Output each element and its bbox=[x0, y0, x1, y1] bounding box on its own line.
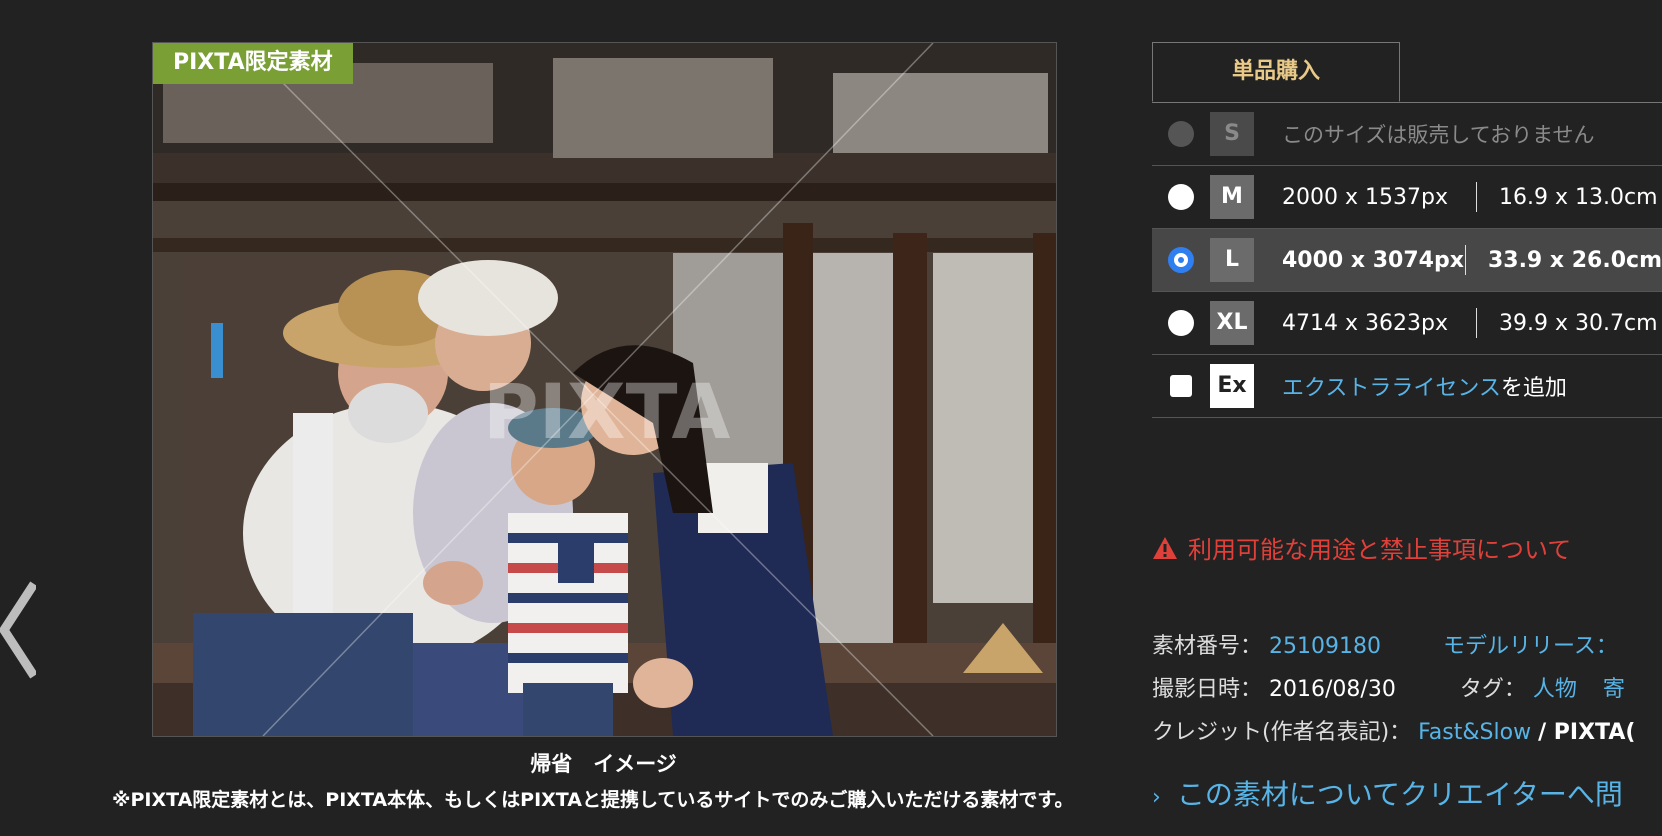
meta-row-credit: クレジット(作者名表記)： Fast&Slow / PIXTA( bbox=[1152, 714, 1635, 746]
size-code-ex: Ex bbox=[1210, 364, 1254, 408]
size-s-radio bbox=[1168, 121, 1194, 147]
size-xl-cm: 39.9 x 30.7cm bbox=[1499, 310, 1658, 336]
exclusive-footnote: ※PIXTA限定素材とは、PIXTA本体、もしくはPIXTAと提携しているサイト… bbox=[112, 789, 1074, 811]
photo-preview[interactable]: PIXTA PIXTA限定素材 bbox=[152, 42, 1057, 737]
tag-link[interactable]: 人物 bbox=[1533, 677, 1577, 702]
purchase-tabs: 単品購入 bbox=[1152, 42, 1662, 103]
shoot-date-label: 撮影日時： bbox=[1152, 677, 1263, 702]
tag-label: タグ： bbox=[1459, 677, 1526, 702]
size-code-m: M bbox=[1210, 175, 1254, 219]
size-l-px: 4000 x 3074px bbox=[1282, 247, 1464, 273]
size-s-unavailable: このサイズは販売しておりません bbox=[1282, 123, 1595, 147]
previous-arrow-icon[interactable] bbox=[0, 580, 38, 680]
family-photo bbox=[153, 43, 1056, 736]
meta-row-date: 撮影日時： 2016/08/30 タグ： 人物 寄 bbox=[1152, 671, 1625, 703]
size-code-s: S bbox=[1210, 112, 1254, 156]
warning-icon bbox=[1153, 536, 1177, 559]
contact-creator-link[interactable]: › この素材についてクリエイターへ問 bbox=[1152, 773, 1623, 813]
size-xl-radio[interactable] bbox=[1168, 310, 1194, 336]
chevron-right-icon: › bbox=[1152, 785, 1161, 810]
size-l-cm: 33.9 x 26.0cm bbox=[1487, 247, 1662, 273]
divider bbox=[1476, 182, 1477, 212]
size-m-px: 2000 x 1537px bbox=[1282, 184, 1448, 210]
contact-creator-text: この素材についてクリエイターへ問 bbox=[1176, 778, 1623, 811]
extra-license-checkbox[interactable] bbox=[1170, 375, 1192, 397]
size-row-s: S このサイズは販売しておりません bbox=[1152, 103, 1662, 166]
shoot-date-value: 2016/08/30 bbox=[1269, 677, 1396, 702]
size-code-l: L bbox=[1210, 238, 1254, 282]
credit-suffix: / PIXTA( bbox=[1538, 720, 1636, 745]
size-row-xl[interactable]: XL 4714 x 3623px 39.9 x 30.7cm bbox=[1152, 292, 1662, 355]
tag-link[interactable]: 寄 bbox=[1603, 677, 1625, 702]
extra-license-row[interactable]: Ex エクストラライセンス を追加 bbox=[1152, 355, 1662, 418]
tab-single-purchase[interactable]: 単品購入 bbox=[1152, 42, 1400, 102]
size-l-radio[interactable] bbox=[1168, 247, 1194, 273]
usage-terms-text: 利用可能な用途と禁止事項について bbox=[1188, 536, 1572, 564]
size-code-xl: XL bbox=[1210, 301, 1254, 345]
size-row-m[interactable]: M 2000 x 1537px 16.9 x 13.0cm bbox=[1152, 166, 1662, 229]
usage-terms-link[interactable]: 利用可能な用途と禁止事項について bbox=[1152, 530, 1571, 565]
divider bbox=[1476, 308, 1477, 338]
material-id-value[interactable]: 25109180 bbox=[1269, 634, 1381, 659]
model-release-label[interactable]: モデルリリース： bbox=[1443, 634, 1618, 659]
credit-author-link[interactable]: Fast&Slow bbox=[1418, 720, 1531, 745]
exclusive-badge: PIXTA限定素材 bbox=[153, 43, 353, 84]
purchase-panel: 単品購入 S このサイズは販売しておりません M 2000 x 1537px 1… bbox=[1152, 42, 1662, 418]
size-row-l[interactable]: L 4000 x 3074px 33.9 x 26.0cm bbox=[1152, 229, 1662, 292]
photo-caption: 帰省 イメージ bbox=[530, 752, 677, 776]
divider bbox=[1465, 245, 1466, 275]
credit-label: クレジット(作者名表記)： bbox=[1152, 720, 1412, 745]
material-id-label: 素材番号： bbox=[1152, 634, 1263, 659]
extra-license-suffix: を追加 bbox=[1500, 376, 1567, 401]
size-m-radio[interactable] bbox=[1168, 184, 1194, 210]
page: PIXTA PIXTA限定素材 帰省 イメージ ※PIXTA限定素材とは、PIX… bbox=[0, 0, 1662, 836]
size-xl-px: 4714 x 3623px bbox=[1282, 310, 1448, 336]
size-m-cm: 16.9 x 13.0cm bbox=[1499, 184, 1658, 210]
extra-license-link[interactable]: エクストラライセンス bbox=[1282, 370, 1501, 402]
meta-row-id: 素材番号： 25109180 モデルリリース： bbox=[1152, 628, 1618, 660]
